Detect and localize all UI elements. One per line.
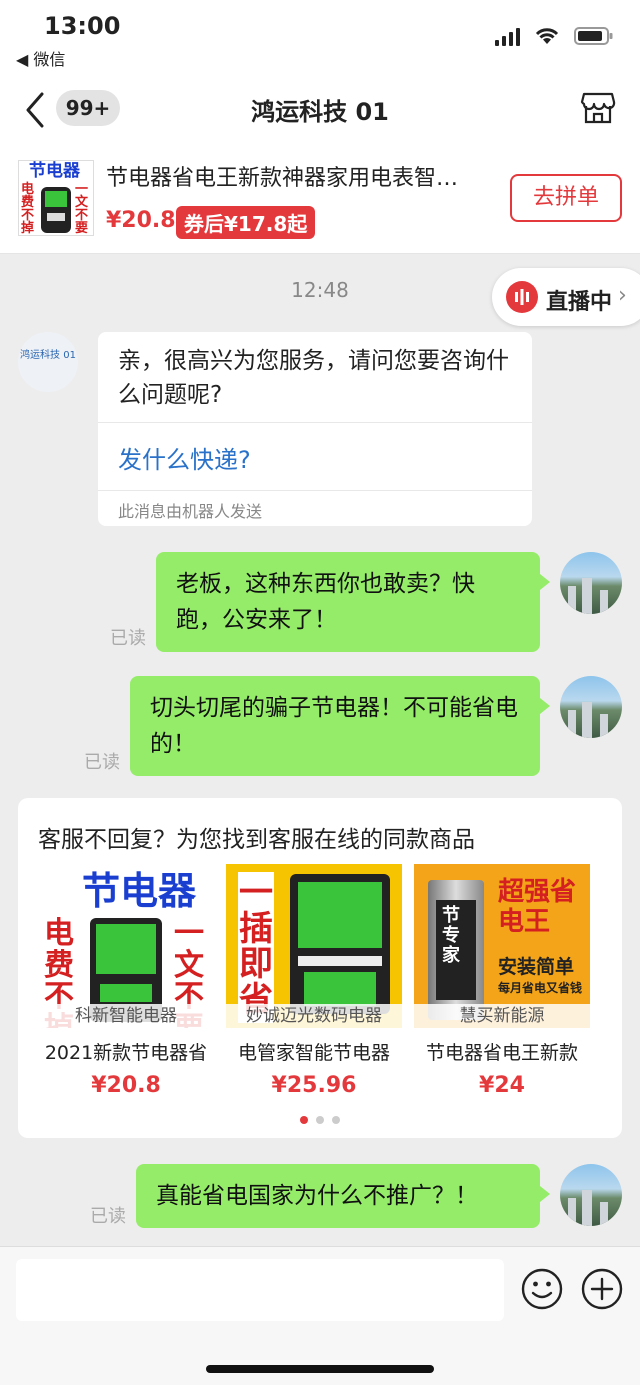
product-price: ¥20.8 [106, 208, 176, 233]
battery-icon [574, 27, 613, 45]
art-text: 节电器 [82, 869, 197, 913]
art-text: 安装简单 [498, 956, 575, 978]
item-price: ¥20.8 [91, 1073, 161, 1098]
bot-message-text: 亲，很高兴为您服务，请问您要咨询什么问题呢? [118, 348, 509, 408]
message-bubble[interactable]: 老板，这种东西你也敢卖？快跑，公安来了！ [156, 552, 550, 652]
read-status: 已读 [84, 752, 120, 773]
product-image: 节专家 超强省电王 安装简单 每月省电又省钱 慧买新能源 [414, 864, 590, 1028]
shop-name: 慧买新能源 [414, 1004, 590, 1028]
carousel-dot[interactable] [300, 1116, 308, 1124]
back-to-wechat-link[interactable]: ◀ 微信 [16, 46, 65, 70]
plus-icon[interactable] [580, 1267, 624, 1311]
input-bar [0, 1246, 640, 1385]
status-time: 13:00 [44, 12, 121, 40]
wifi-icon [535, 28, 559, 44]
device-image: 节专家 [428, 880, 484, 1020]
product-thumbnail[interactable]: 节电器 电费不掉 一文不要 [18, 160, 94, 236]
read-status: 已读 [110, 628, 146, 649]
carousel-dot[interactable] [332, 1116, 340, 1124]
message-bubble[interactable]: 真能省电国家为什么不推广？！ [136, 1164, 550, 1228]
emoji-icon[interactable] [520, 1267, 564, 1311]
art-text: 一插即省 [238, 872, 274, 1023]
read-status: 已读 [90, 1206, 126, 1227]
group-buy-button[interactable]: 去拼单 [510, 174, 622, 222]
shop-name: 妙诚迈光数码电器 [226, 1004, 402, 1028]
carousel-dot[interactable] [316, 1116, 324, 1124]
device-image [41, 187, 71, 233]
user-avatar[interactable] [560, 676, 622, 738]
quick-reply-link[interactable]: 发什么快递? [118, 440, 251, 475]
item-name: 2021新款节电器省 [44, 1042, 208, 1064]
item-name: 电管家智能节电器 [237, 1042, 390, 1064]
item-price: ¥24 [479, 1073, 525, 1098]
device-image [290, 874, 390, 1014]
thumb-left-text: 电费不掉 [21, 182, 35, 236]
divider [98, 490, 532, 491]
product-title: 节电器省电王新款神器家用电表智… [106, 166, 459, 191]
live-icon [506, 281, 538, 313]
bot-note: 此消息由机器人发送 [118, 502, 263, 521]
user-avatar[interactable] [560, 552, 622, 614]
message-input[interactable] [16, 1259, 504, 1321]
chevron-right-icon: › [618, 283, 627, 308]
shop-avatar[interactable]: 鸿运科技 01 [18, 332, 78, 392]
nav-bar: 99+ 鸿运科技 01 [0, 78, 640, 142]
live-label: 直播中 [546, 290, 613, 315]
art-text: 每月省电又省钱 [498, 981, 583, 995]
page-title: 鸿运科技 01 [251, 98, 389, 126]
recommend-item[interactable]: 一插即省 妙诚迈光数码电器 电管家智能节电器 ¥25.96 [226, 864, 402, 1098]
shop-name: 科新智能电器 [38, 1004, 214, 1028]
live-stream-button[interactable]: 直播中 › [492, 268, 640, 326]
art-text: 超强省电王 [498, 877, 577, 937]
recommend-item[interactable]: 节电器 电费不掉 一文不要 科新智能电器 2021新款节电器省 ¥20.8 [38, 864, 214, 1098]
home-indicator[interactable] [206, 1365, 434, 1373]
bot-message-card: 亲，很高兴为您服务，请问您要咨询什么问题呢? 发什么快递? 此消息由机器人发送 [98, 332, 532, 526]
product-image: 一插即省 妙诚迈光数码电器 [226, 864, 402, 1028]
item-name: 节电器省电王新款 [425, 1042, 578, 1064]
thumb-right-text: 一文不要 [75, 182, 89, 236]
status-icons [495, 26, 614, 46]
cellular-signal-icon [495, 26, 520, 46]
thumb-top-text: 节电器 [29, 161, 80, 181]
product-card[interactable]: 节电器 电费不掉 一文不要 节电器省电王新款神器家用电表智… ¥20.8 券后¥… [0, 142, 640, 254]
art-text: 节专家 [442, 905, 460, 966]
item-price: ¥25.96 [271, 1073, 357, 1098]
divider [98, 422, 532, 423]
recommend-title: 客服不回复？为您找到客服在线的同款商品 [38, 827, 475, 853]
status-bar: 13:00 ◀ 微信 [0, 0, 640, 78]
coupon-badge: 券后¥17.8起 [176, 206, 316, 239]
shop-icon[interactable] [580, 90, 616, 126]
product-image: 节电器 电费不掉 一文不要 科新智能电器 [38, 864, 214, 1028]
recommend-card: 客服不回复？为您找到客服在线的同款商品 节电器 电费不掉 一文不要 科新智能电器… [18, 798, 622, 1138]
user-avatar[interactable] [560, 1164, 622, 1226]
carousel-dots[interactable] [18, 1116, 622, 1124]
message-bubble[interactable]: 切头切尾的骗子节电器！不可能省电的！ [130, 676, 550, 776]
recommend-item[interactable]: 节专家 超强省电王 安装简单 每月省电又省钱 慧买新能源 节电器省电王新款 ¥2… [414, 864, 590, 1098]
